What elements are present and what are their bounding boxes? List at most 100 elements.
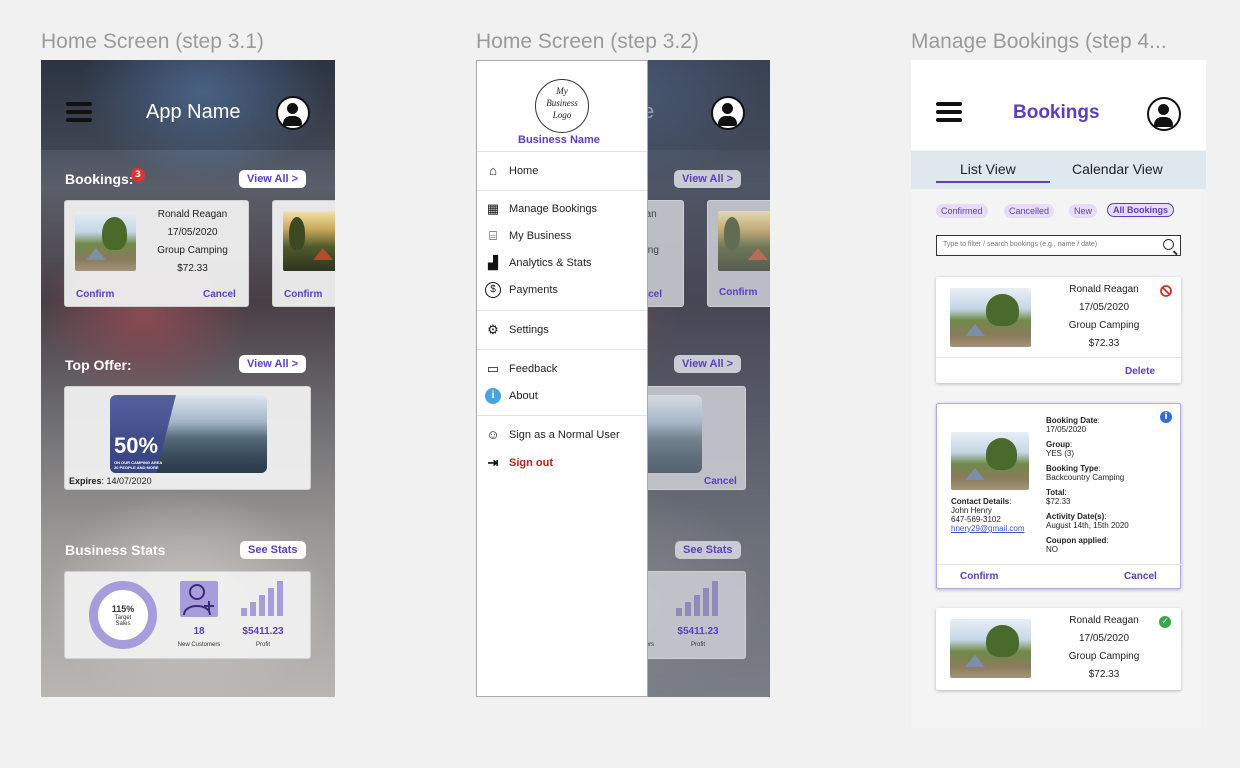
confirm-button[interactable]: Confirm <box>76 289 114 300</box>
booking-date: 17/05/2020 <box>1078 633 1130 644</box>
search-placeholder: Type to filter / search bookings (e.g., … <box>943 241 1098 248</box>
booking-name: Ronald Reagan <box>157 209 228 220</box>
confirm-button[interactable]: Confirm <box>284 289 322 300</box>
app-name: App Name <box>146 101 241 123</box>
manage-bookings-frame: Bookings List View Calendar View Confirm… <box>911 60 1206 728</box>
profile-avatar-icon[interactable] <box>711 96 745 130</box>
contact-email-link[interactable]: hnery29@gmail.com <box>951 524 1043 533</box>
offer-percent: 50% <box>114 433 159 458</box>
divider <box>477 190 647 191</box>
home-screen-frame: App Name Bookings: 3 View All > Ronald R… <box>41 60 335 697</box>
cancelled-status-icon <box>1160 285 1172 297</box>
calendar-icon: ▦ <box>486 201 500 216</box>
cancel-button[interactable]: Cancel <box>1124 571 1157 582</box>
booking-card-partial[interactable]: Confirm <box>272 200 335 307</box>
tab-list-view[interactable]: List View <box>960 161 1016 177</box>
bookings-count-badge: 3 <box>131 168 145 182</box>
profile-avatar-icon[interactable] <box>1147 97 1181 131</box>
bookings-view-all-button[interactable]: View All > <box>239 170 307 188</box>
offer-expiry: Expires: 14/07/2020 <box>69 476 152 486</box>
filter-chip-new[interactable]: New <box>1069 204 1098 218</box>
offer-banner-image: 50% ON OUR CAMPING AREA 20 PEOPLE AND MO… <box>110 395 267 473</box>
menu-item-about[interactable]: i About <box>485 388 538 404</box>
new-customers-value: 18 <box>193 626 205 637</box>
page-title: Bookings <box>1013 102 1100 123</box>
profit-label: Profit <box>255 642 270 648</box>
gear-icon: ⚙ <box>487 322 499 337</box>
profit-value: $5411.23 <box>677 626 719 637</box>
offer-view-all-button[interactable]: View All > <box>674 355 742 373</box>
booking-thumbnail <box>283 211 335 271</box>
user-switch-icon: ☺ <box>486 427 500 442</box>
offer-subtitle-2: 20 PEOPLE AND MORE <box>114 465 159 470</box>
add-user-icon <box>180 581 218 617</box>
delete-button[interactable]: Delete <box>1125 366 1155 377</box>
business-name: Business Name <box>518 134 600 146</box>
dollar-icon: $ <box>485 282 501 298</box>
see-stats-button[interactable]: See Stats <box>240 541 306 559</box>
search-input[interactable]: Type to filter / search bookings (e.g., … <box>936 235 1181 256</box>
divider <box>477 310 647 311</box>
new-customers-label: New Customers <box>177 642 221 648</box>
divider <box>936 357 1181 358</box>
see-stats-button[interactable]: See Stats <box>675 541 741 559</box>
cancel-button[interactable]: Cancel <box>203 289 236 300</box>
info-icon: i <box>485 388 501 404</box>
booking-card-partial[interactable]: Confirm <box>707 200 770 307</box>
confirm-button[interactable]: Confirm <box>719 287 757 298</box>
offer-view-all-button[interactable]: View All > <box>239 355 307 373</box>
frame-title-home-1: Home Screen (step 3.1) <box>41 30 264 53</box>
business-stats-card[interactable]: 115% Target Sales 18 New Customers $5411… <box>64 571 311 659</box>
booking-type: Group Camping <box>1068 651 1140 662</box>
divider <box>477 151 647 152</box>
contact-details: Contact Details: John Henry 647-569-3102… <box>951 497 1043 533</box>
hamburger-menu-icon[interactable] <box>936 102 962 122</box>
menu-item-settings[interactable]: ⚙ Settings <box>485 322 549 338</box>
frame-title-home-2: Home Screen (step 3.2) <box>476 30 699 53</box>
filter-chip-all-bookings[interactable]: All Bookings <box>1107 203 1175 217</box>
active-tab-indicator <box>936 181 1050 183</box>
booking-price: $72.33 <box>1088 669 1120 680</box>
divider <box>477 415 647 416</box>
profit-bars-icon <box>676 581 718 616</box>
business-stats-heading: Business Stats <box>65 542 166 558</box>
booking-name: Ronald Reagan <box>1069 284 1139 295</box>
menu-item-manage-bookings[interactable]: ▦ Manage Bookings <box>485 201 597 217</box>
menu-item-sign-as-normal-user[interactable]: ☺ Sign as a Normal User <box>485 427 619 443</box>
booking-type: Group Camping <box>157 245 228 256</box>
menu-item-feedback[interactable]: ▭ Feedback <box>485 361 557 377</box>
booking-card-expanded[interactable]: i Booking Date: 17/05/2020 Group: YES (3… <box>936 403 1182 589</box>
booking-card-confirmed[interactable]: Ronald Reagan 17/05/2020 Group Camping $… <box>936 608 1181 690</box>
view-tabs: List View Calendar View <box>911 151 1206 189</box>
bookings-view-all-button[interactable]: View All > <box>674 170 742 188</box>
menu-item-payments[interactable]: $ Payments <box>485 282 558 298</box>
booking-type: Group Camping <box>1068 320 1140 331</box>
filter-chip-cancelled[interactable]: Cancelled <box>1004 204 1055 218</box>
profit-bars-icon <box>241 581 283 616</box>
booking-card-cancelled[interactable]: Ronald Reagan 17/05/2020 Group Camping $… <box>936 277 1181 383</box>
booking-date: 17/05/2020 <box>1078 302 1130 313</box>
offer-banner-image <box>642 395 702 473</box>
menu-item-my-business[interactable]: ⌸ My Business <box>485 228 571 244</box>
filter-chip-confirmed[interactable]: Confirmed <box>936 204 988 218</box>
menu-item-home[interactable]: ⌂ Home <box>485 163 538 179</box>
profile-avatar-icon[interactable] <box>276 96 310 130</box>
menu-item-sign-out[interactable]: ⇥ Sign out <box>485 455 553 471</box>
store-icon: ⌸ <box>489 228 497 243</box>
home-screen-drawer-frame: e View All > gan 0 ping ncel Confirm Vie… <box>476 60 770 697</box>
hamburger-menu-icon[interactable] <box>66 102 92 122</box>
sign-out-icon: ⇥ <box>487 455 499 470</box>
tab-calendar-view[interactable]: Calendar View <box>1072 161 1163 177</box>
search-icon[interactable] <box>1163 239 1174 250</box>
booking-thumbnail <box>718 211 770 271</box>
booking-price: $72.33 <box>177 263 208 274</box>
home-icon: ⌂ <box>489 163 497 178</box>
target-sales-label-2: Sales <box>115 621 131 627</box>
booking-card[interactable]: Ronald Reagan 17/05/2020 Group Camping $… <box>64 200 249 307</box>
top-offer-card[interactable]: 50% ON OUR CAMPING AREA 20 PEOPLE AND MO… <box>64 386 311 490</box>
menu-item-analytics[interactable]: ▟ Analytics & Stats <box>485 255 592 271</box>
cancel-button[interactable]: Cancel <box>704 476 737 487</box>
business-logo: My Business Logo <box>535 79 589 133</box>
divider <box>477 349 647 350</box>
confirm-button[interactable]: Confirm <box>960 571 998 582</box>
